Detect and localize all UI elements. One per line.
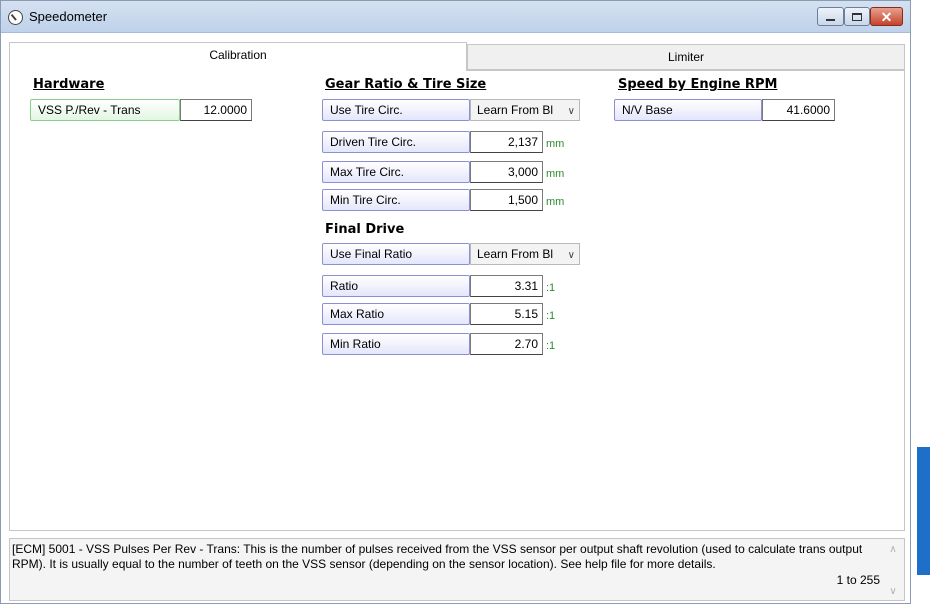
nv-base-row: N/V Base 41.6000 (614, 99, 835, 121)
ratio-row: Ratio 3.31 :1 (322, 275, 555, 297)
use-final-label-button[interactable]: Use Final Ratio (322, 243, 470, 265)
scroll-up-icon[interactable]: ∧ (887, 542, 899, 555)
minimize-icon (826, 18, 835, 21)
max-tire-label-button[interactable]: Max Tire Circ. (322, 161, 470, 183)
ratio-input[interactable]: 3.31 (470, 275, 543, 297)
vss-value-input[interactable]: 12.0000 (180, 99, 252, 121)
desktop-accent (917, 447, 930, 575)
help-range: 1 to 255 (836, 573, 880, 587)
use-tire-select-value: Learn From Bl (477, 103, 554, 117)
max-tire-unit: mm (546, 167, 565, 180)
vss-row: VSS P./Rev - Trans 12.0000 (30, 99, 252, 121)
speedometer-icon (8, 10, 23, 25)
min-tire-row: Min Tire Circ. 1,500 mm (322, 189, 564, 211)
close-icon: ✕ (880, 8, 893, 25)
min-ratio-row: Min Ratio 2.70 :1 (322, 333, 555, 355)
help-panel: [ECM] 5001 - VSS Pulses Per Rev - Trans:… (9, 538, 905, 601)
chevron-down-icon: ∨ (567, 250, 575, 261)
speedometer-window: Speedometer ✕ Calibration Limiter Hardwa… (0, 0, 911, 604)
nv-base-label-button[interactable]: N/V Base (614, 99, 762, 121)
min-tire-label-button[interactable]: Min Tire Circ. (322, 189, 470, 211)
max-ratio-row: Max Ratio 5.15 :1 (322, 303, 555, 325)
close-button[interactable]: ✕ (870, 7, 903, 26)
calibration-panel: Hardware VSS P./Rev - Trans 12.0000 Gear… (9, 70, 905, 531)
nv-base-input[interactable]: 41.6000 (762, 99, 835, 121)
driven-tire-row: Driven Tire Circ. 2,137 mm (322, 131, 564, 153)
driven-tire-label-button[interactable]: Driven Tire Circ. (322, 131, 470, 153)
gear-heading: Gear Ratio & Tire Size (325, 77, 487, 92)
use-final-row: Use Final Ratio Learn From Bl ∨ (322, 243, 580, 265)
max-tire-input[interactable]: 3,000 (470, 161, 543, 183)
engine-rpm-heading: Speed by Engine RPM (618, 77, 778, 92)
tab-bar: Calibration Limiter (9, 42, 905, 71)
final-drive-heading: Final Drive (325, 222, 405, 237)
help-scrollbar[interactable]: ∧ ∨ (885, 540, 902, 599)
title-bar[interactable]: Speedometer ✕ (1, 1, 910, 33)
help-text: [ECM] 5001 - VSS Pulses Per Rev - Trans:… (12, 542, 863, 571)
min-ratio-label-button[interactable]: Min Ratio (322, 333, 470, 355)
chevron-down-icon: ∨ (567, 106, 575, 117)
ratio-unit: :1 (546, 281, 556, 294)
min-tire-input[interactable]: 1,500 (470, 189, 543, 211)
ratio-label-button[interactable]: Ratio (322, 275, 470, 297)
use-tire-select[interactable]: Learn From Bl ∨ (470, 99, 580, 121)
vss-label-button[interactable]: VSS P./Rev - Trans (30, 99, 180, 121)
minimize-button[interactable] (817, 7, 844, 26)
min-tire-unit: mm (546, 195, 565, 208)
window-title: Speedometer (29, 9, 108, 24)
min-ratio-input[interactable]: 2.70 (470, 333, 543, 355)
tab-calibration[interactable]: Calibration (9, 42, 467, 71)
max-ratio-input[interactable]: 5.15 (470, 303, 543, 325)
max-tire-row: Max Tire Circ. 3,000 mm (322, 161, 564, 183)
max-ratio-label-button[interactable]: Max Ratio (322, 303, 470, 325)
scroll-down-icon[interactable]: ∨ (887, 584, 899, 597)
maximize-button[interactable] (844, 7, 870, 26)
use-final-select[interactable]: Learn From Bl ∨ (470, 243, 580, 265)
hardware-heading: Hardware (33, 77, 105, 92)
use-tire-label-button[interactable]: Use Tire Circ. (322, 99, 470, 121)
driven-tire-input[interactable]: 2,137 (470, 131, 543, 153)
tab-limiter[interactable]: Limiter (467, 44, 905, 70)
driven-tire-unit: mm (546, 137, 565, 150)
maximize-icon (852, 12, 862, 21)
desktop-edge (911, 0, 930, 608)
use-final-select-value: Learn From Bl (477, 247, 554, 261)
use-tire-row: Use Tire Circ. Learn From Bl ∨ (322, 99, 580, 121)
max-ratio-unit: :1 (546, 309, 556, 322)
min-ratio-unit: :1 (546, 339, 556, 352)
